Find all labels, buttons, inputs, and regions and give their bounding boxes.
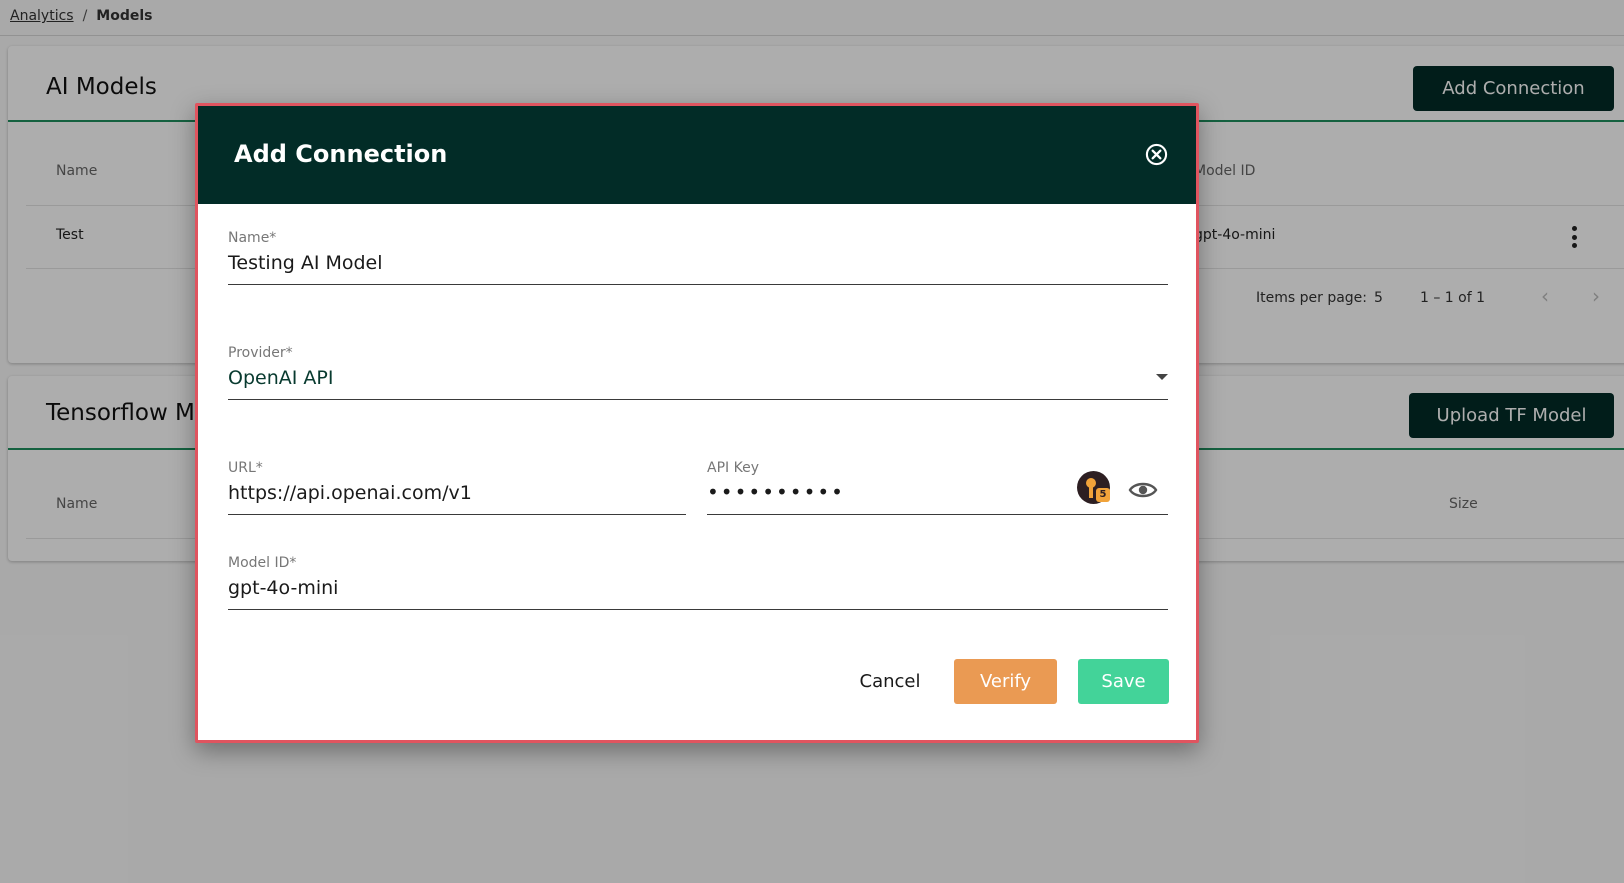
model-id-field[interactable]: Model ID* gpt-4o-mini	[228, 555, 1168, 611]
api-key-input[interactable]: ••••••••••	[707, 480, 845, 504]
url-field-label: URL*	[228, 460, 263, 476]
name-underline	[228, 284, 1168, 285]
password-manager-icon[interactable]: 5	[1077, 471, 1110, 504]
cancel-button[interactable]: Cancel	[845, 659, 935, 704]
url-underline	[228, 514, 686, 515]
add-connection-dialog: Add Connection Name* Testing AI Model Pr…	[195, 103, 1199, 743]
api-key-field[interactable]: API Key •••••••••• 5	[707, 460, 1168, 516]
name-input[interactable]: Testing AI Model	[228, 252, 383, 274]
provider-underline	[228, 399, 1168, 400]
dropdown-caret-icon[interactable]	[1156, 374, 1168, 380]
close-circle-icon[interactable]	[1145, 143, 1168, 166]
model-id-input[interactable]: gpt-4o-mini	[228, 577, 338, 599]
model-id-underline	[228, 609, 1168, 610]
provider-field-label: Provider*	[228, 345, 293, 361]
save-button[interactable]: Save	[1078, 659, 1169, 704]
verify-button[interactable]: Verify	[954, 659, 1057, 704]
model-id-field-label: Model ID*	[228, 555, 297, 571]
name-field-label: Name*	[228, 230, 277, 246]
dialog-header: Add Connection	[198, 106, 1196, 204]
dialog-title: Add Connection	[234, 140, 448, 168]
provider-select[interactable]: Provider* OpenAI API	[228, 345, 1168, 401]
provider-selected-value[interactable]: OpenAI API	[228, 367, 333, 389]
password-manager-badge: 5	[1096, 488, 1110, 502]
url-input[interactable]: https://api.openai.com/v1	[228, 482, 472, 504]
name-field[interactable]: Name* Testing AI Model	[228, 230, 1168, 286]
api-key-underline	[707, 514, 1168, 515]
api-key-field-label: API Key	[707, 460, 759, 476]
eye-icon[interactable]	[1128, 480, 1158, 500]
url-field[interactable]: URL* https://api.openai.com/v1	[228, 460, 686, 516]
